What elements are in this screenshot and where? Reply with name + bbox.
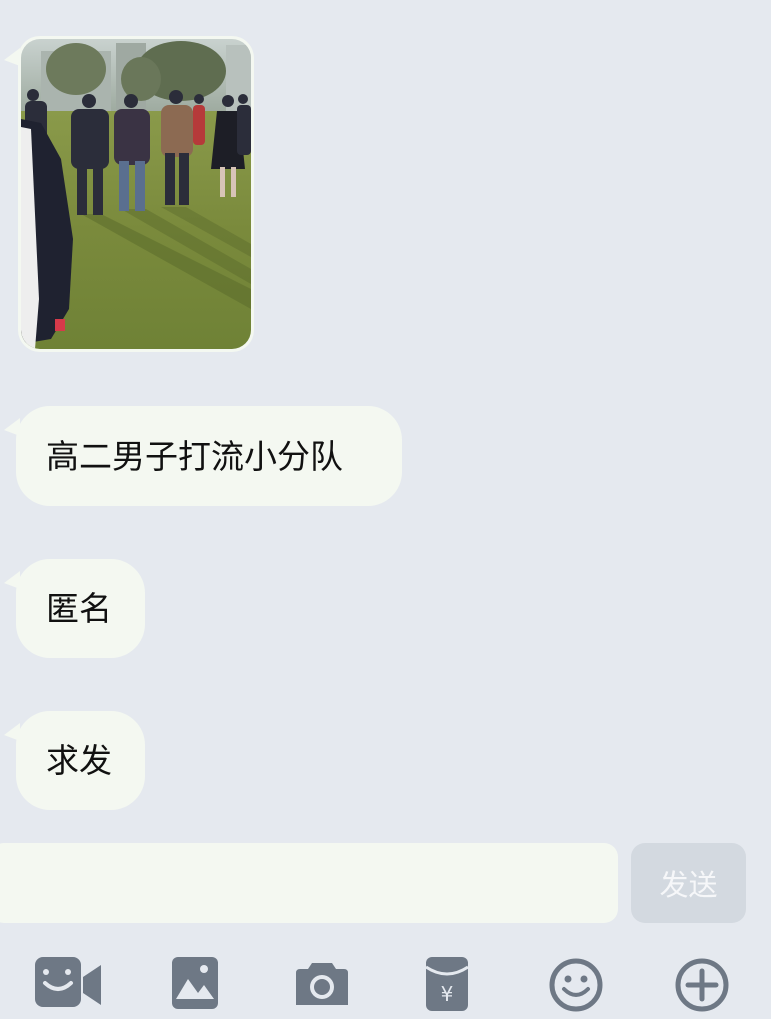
message-bubble[interactable]: 高二男子打流小分队 <box>16 406 402 506</box>
emoji-icon[interactable] <box>548 955 620 1015</box>
chat-area: 高二男子打流小分队 匿名 求发 <box>0 0 771 840</box>
plus-icon[interactable] <box>674 955 746 1015</box>
photo-image <box>21 39 251 349</box>
photo-album-icon[interactable] <box>168 955 240 1015</box>
photo-message[interactable] <box>18 36 254 352</box>
message-text: 匿名 <box>46 589 112 628</box>
message-bubble[interactable]: 匿名 <box>16 559 145 658</box>
svg-text:¥: ¥ <box>441 982 454 1006</box>
send-button-label: 发送 <box>659 868 718 902</box>
message-input[interactable] <box>0 843 618 923</box>
send-button[interactable]: 发送 <box>631 843 746 923</box>
message-text: 求发 <box>46 741 112 780</box>
message-bubble[interactable]: 求发 <box>16 711 145 810</box>
camera-icon[interactable] <box>296 955 368 1015</box>
message-text: 高二男子打流小分队 <box>46 436 343 476</box>
composer-bar: 发送 ¥ <box>0 840 771 1012</box>
red-packet-icon[interactable]: ¥ <box>424 955 496 1015</box>
video-call-icon[interactable] <box>33 955 105 1015</box>
